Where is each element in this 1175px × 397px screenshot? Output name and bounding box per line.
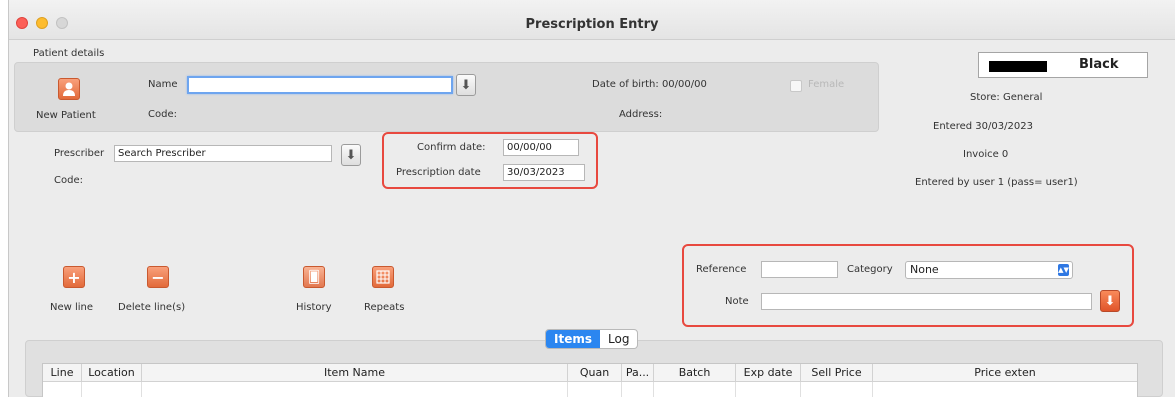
repeats-label: Repeats <box>364 302 405 313</box>
table-cell <box>654 382 736 397</box>
delete-lines-button[interactable]: − <box>147 266 169 288</box>
patient-lookup-button[interactable]: ⬇ <box>456 74 476 96</box>
prescriber-search-input[interactable]: Search Prescriber <box>114 145 332 162</box>
table-cell <box>142 382 568 397</box>
table-cell <box>568 382 622 397</box>
title-bar: Prescription Entry <box>9 0 1175 40</box>
female-checkbox[interactable] <box>790 80 802 92</box>
down-arrow-icon: ⬇ <box>460 77 472 93</box>
history-icon: 🂠 <box>307 270 321 284</box>
column-header-exp-date[interactable]: Exp date <box>736 364 801 382</box>
color-swatch <box>989 61 1047 72</box>
items-table[interactable]: Line Location Item Name Quan Pa... Batch… <box>42 363 1138 397</box>
column-header-item-name[interactable]: Item Name <box>142 364 568 382</box>
table-cell <box>43 382 82 397</box>
column-header-line[interactable]: Line <box>43 364 82 382</box>
column-header-sell-price[interactable]: Sell Price <box>801 364 873 382</box>
down-arrow-icon: ⬇ <box>1104 293 1116 309</box>
table-cell <box>801 382 873 397</box>
prescription-date-label: Prescription date <box>396 167 481 178</box>
confirm-date-input[interactable]: 00/00/00 <box>503 139 579 156</box>
category-select[interactable]: None ▲▼ <box>905 261 1073 279</box>
table-cell <box>622 382 654 397</box>
table-cell <box>82 382 142 397</box>
patient-name-input[interactable] <box>187 76 453 94</box>
patient-details-panel <box>14 62 879 132</box>
prescriber-code-label: Code: <box>54 175 83 186</box>
prescriber-lookup-button[interactable]: ⬇ <box>341 144 361 166</box>
name-label: Name <box>148 79 178 90</box>
column-header-quantity[interactable]: Quan <box>568 364 622 382</box>
table-cell <box>736 382 801 397</box>
minus-icon: − <box>151 267 165 287</box>
column-header-pack[interactable]: Pa... <box>622 364 654 382</box>
items-table-header: Line Location Item Name Quan Pa... Batch… <box>43 364 1137 382</box>
entered-date-label: Entered 30/03/2023 <box>933 121 1033 132</box>
reference-input[interactable] <box>761 261 838 278</box>
down-arrow-icon: ⬇ <box>345 147 357 163</box>
items-log-tabs: Items Log <box>545 329 639 349</box>
category-label: Category <box>847 264 893 275</box>
person-icon <box>63 82 75 96</box>
reference-label: Reference <box>696 264 747 275</box>
female-label: Female <box>808 79 845 90</box>
prescription-date-input[interactable]: 30/03/2023 <box>503 164 585 181</box>
repeats-button[interactable] <box>372 266 394 288</box>
color-name: Black <box>1079 57 1119 72</box>
delete-lines-label: Delete line(s) <box>118 302 186 313</box>
patient-details-label: Patient details <box>33 48 105 59</box>
date-of-birth-label: Date of birth: 00/00/00 <box>592 79 707 90</box>
prescriber-label: Prescriber <box>54 148 105 159</box>
entered-by-label: Entered by user 1 (pass= user1) <box>915 177 1078 188</box>
store-label: Store: General <box>970 92 1043 103</box>
note-input[interactable] <box>761 293 1092 310</box>
column-header-batch[interactable]: Batch <box>654 364 736 382</box>
new-patient-button[interactable] <box>58 78 80 100</box>
plus-icon: + <box>67 267 81 287</box>
tab-log[interactable]: Log <box>600 330 637 348</box>
note-label: Note <box>725 296 749 307</box>
address-label: Address: <box>619 109 663 120</box>
history-button[interactable]: 🂠 <box>303 266 325 288</box>
new-line-button[interactable]: + <box>63 266 85 288</box>
confirm-date-label: Confirm date: <box>417 142 486 153</box>
new-line-label: New line <box>50 302 94 313</box>
reference-highlight-box <box>682 244 1134 327</box>
new-patient-label: New Patient <box>36 110 96 121</box>
color-label-box[interactable]: Black <box>978 52 1148 78</box>
column-header-price-extension[interactable]: Price exten <box>873 364 1137 382</box>
select-chevron-icon: ▲▼ <box>1058 264 1069 276</box>
history-label: History <box>296 302 332 313</box>
note-lookup-button[interactable]: ⬇ <box>1100 290 1120 312</box>
column-header-location[interactable]: Location <box>82 364 142 382</box>
tab-items[interactable]: Items <box>546 330 600 348</box>
grid-icon <box>376 270 390 284</box>
window-title: Prescription Entry <box>525 17 659 32</box>
category-value: None <box>910 263 939 276</box>
patient-code-label: Code: <box>148 109 177 120</box>
invoice-label: Invoice 0 <box>963 149 1009 160</box>
